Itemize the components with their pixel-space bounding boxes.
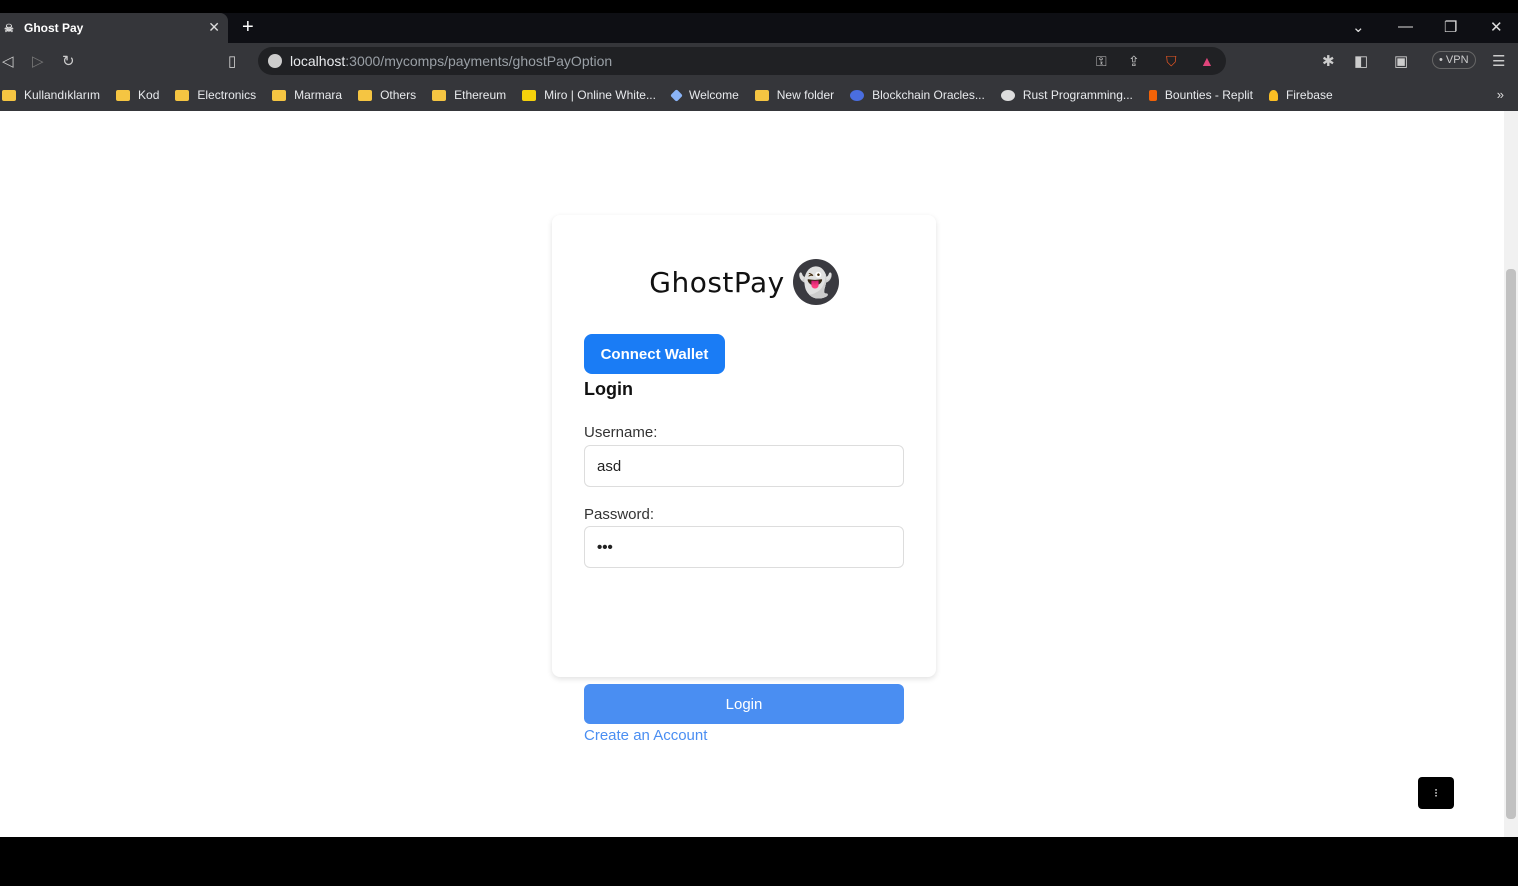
url-host: localhost [290,53,346,69]
brand-title: GhostPay [649,265,785,299]
replit-icon [1148,89,1157,101]
folder-icon [358,89,373,101]
tab-search-chevron-icon[interactable]: ⌄ [1352,18,1365,36]
ghost-favicon-icon: ☠ [4,22,14,35]
tab-ghost-pay[interactable]: ☠ Ghost Pay ✕ [0,13,228,43]
bookmark-label: Bounties - Replit [1164,88,1253,102]
brand: GhostPay 👻 [552,259,936,305]
url-path: :3000/mycomps/payments/ghostPayOption [345,53,613,69]
address-bar[interactable]: localhost:3000/mycomps/payments/ghostPay… [258,47,1226,75]
vpn-label: VPN [1445,54,1469,66]
bookmark-label: New folder [776,88,835,102]
toolbar: ◁ ▷ ↻ ▯ localhost:3000/mycomps/payments/… [0,43,1518,79]
scrollbar[interactable] [1504,111,1518,837]
password-label: Password: [584,506,655,523]
minimize-icon[interactable]: — [1398,18,1413,35]
folder-icon [175,89,190,101]
create-account-link[interactable]: Create an Account [584,727,707,744]
new-tab-icon[interactable]: + [242,16,254,39]
sidebar-icon[interactable]: ◧ [1354,52,1368,70]
connect-wallet-button[interactable]: Connect Wallet [584,334,725,374]
bookmark-item[interactable]: Miro | Online White... [522,88,656,102]
bookmark-item[interactable]: Kullandıklarım [2,88,100,102]
bookmark-item[interactable]: Electronics [175,88,256,102]
bookmark-item[interactable]: Bounties - Replit [1148,88,1253,102]
floating-action-button[interactable]: ⁝ [1418,777,1454,809]
bookmark-label: Welcome [688,88,739,102]
wallet-icon[interactable]: ▣ [1394,52,1408,70]
share-icon[interactable]: ⇪ [1128,53,1140,70]
close-tab-icon[interactable]: ✕ [208,19,220,36]
bookmark-label: Marmara [294,88,343,102]
bookmark-item[interactable]: Ethereum [432,88,506,102]
site-info-icon[interactable] [268,54,282,68]
username-label: Username: [584,424,658,441]
back-icon[interactable]: ◁ [2,52,14,70]
close-window-icon[interactable]: ✕ [1490,18,1503,36]
bookmark-label: Rust Programming... [1022,88,1133,102]
bookmark-item[interactable]: Blockchain Oracles... [850,88,985,102]
extensions-icon[interactable]: ✱ [1322,52,1335,70]
page-content: GhostPay 👻 Connect Wallet Login Username… [0,111,1504,837]
brave-rewards-icon[interactable]: ▲ [1200,53,1214,69]
tab-title: Ghost Pay [24,21,84,35]
tab-bar: ☠ Ghost Pay ✕ + ⌄ — ❐ ✕ [0,13,1518,43]
bookmark-item[interactable]: Marmara [272,88,342,102]
bookmark-label: Firebase [1285,88,1333,102]
more-bookmarks-icon[interactable]: » [1497,87,1504,102]
menu-icon[interactable]: ☰ [1492,52,1505,70]
login-button[interactable]: Login [584,684,904,724]
bookmark-label: Miro | Online White... [544,88,656,102]
bookmark-label: Ethereum [454,88,507,102]
bookmark-icon[interactable]: ▯ [228,52,236,70]
bookmark-item[interactable]: New folder [754,88,835,102]
bookmark-item[interactable]: Others [358,88,416,102]
rust-icon [1000,89,1015,101]
bookmark-item[interactable]: Rust Programming... [1000,88,1133,102]
bookmark-item[interactable]: Welcome [670,88,739,102]
bookmark-item[interactable]: Kod [116,88,159,102]
restore-icon[interactable]: ❐ [1444,18,1457,36]
scrollbar-thumb[interactable] [1506,269,1516,819]
ghost-logo-icon: 👻 [792,259,839,305]
login-heading: Login [584,379,633,399]
password-input[interactable]: ••• [584,526,904,568]
folder-icon [754,89,769,101]
bookmark-label: Blockchain Oracles... [872,88,985,102]
login-card: GhostPay 👻 Connect Wallet Login Username… [552,215,936,744]
bookmark-label: Electronics [197,88,257,102]
folder-icon [116,89,131,101]
username-input[interactable]: asd [584,445,904,487]
brave-shield-icon[interactable]: ⛉ [1166,53,1177,70]
vpn-button[interactable]: • VPN [1432,51,1476,69]
folder-icon [2,89,16,101]
sparkle-icon [670,88,683,102]
bookmark-label: Others [380,88,417,102]
folder-icon [272,89,287,101]
key-icon[interactable]: ⚿ [1096,53,1107,70]
folder-icon [432,89,447,101]
bookmark-label: Kod [138,88,160,102]
reload-icon[interactable]: ↻ [62,52,75,70]
firebase-icon [1268,89,1278,101]
miro-icon [522,89,537,101]
forward-icon[interactable]: ▷ [32,52,44,70]
bookmarks-bar: Kullandıklarım Kod Electronics Marmara O… [0,79,1518,111]
bookmark-label: Kullandıklarım [24,88,101,102]
chainlink-icon [850,89,865,101]
bookmark-item[interactable]: Firebase [1268,88,1333,102]
